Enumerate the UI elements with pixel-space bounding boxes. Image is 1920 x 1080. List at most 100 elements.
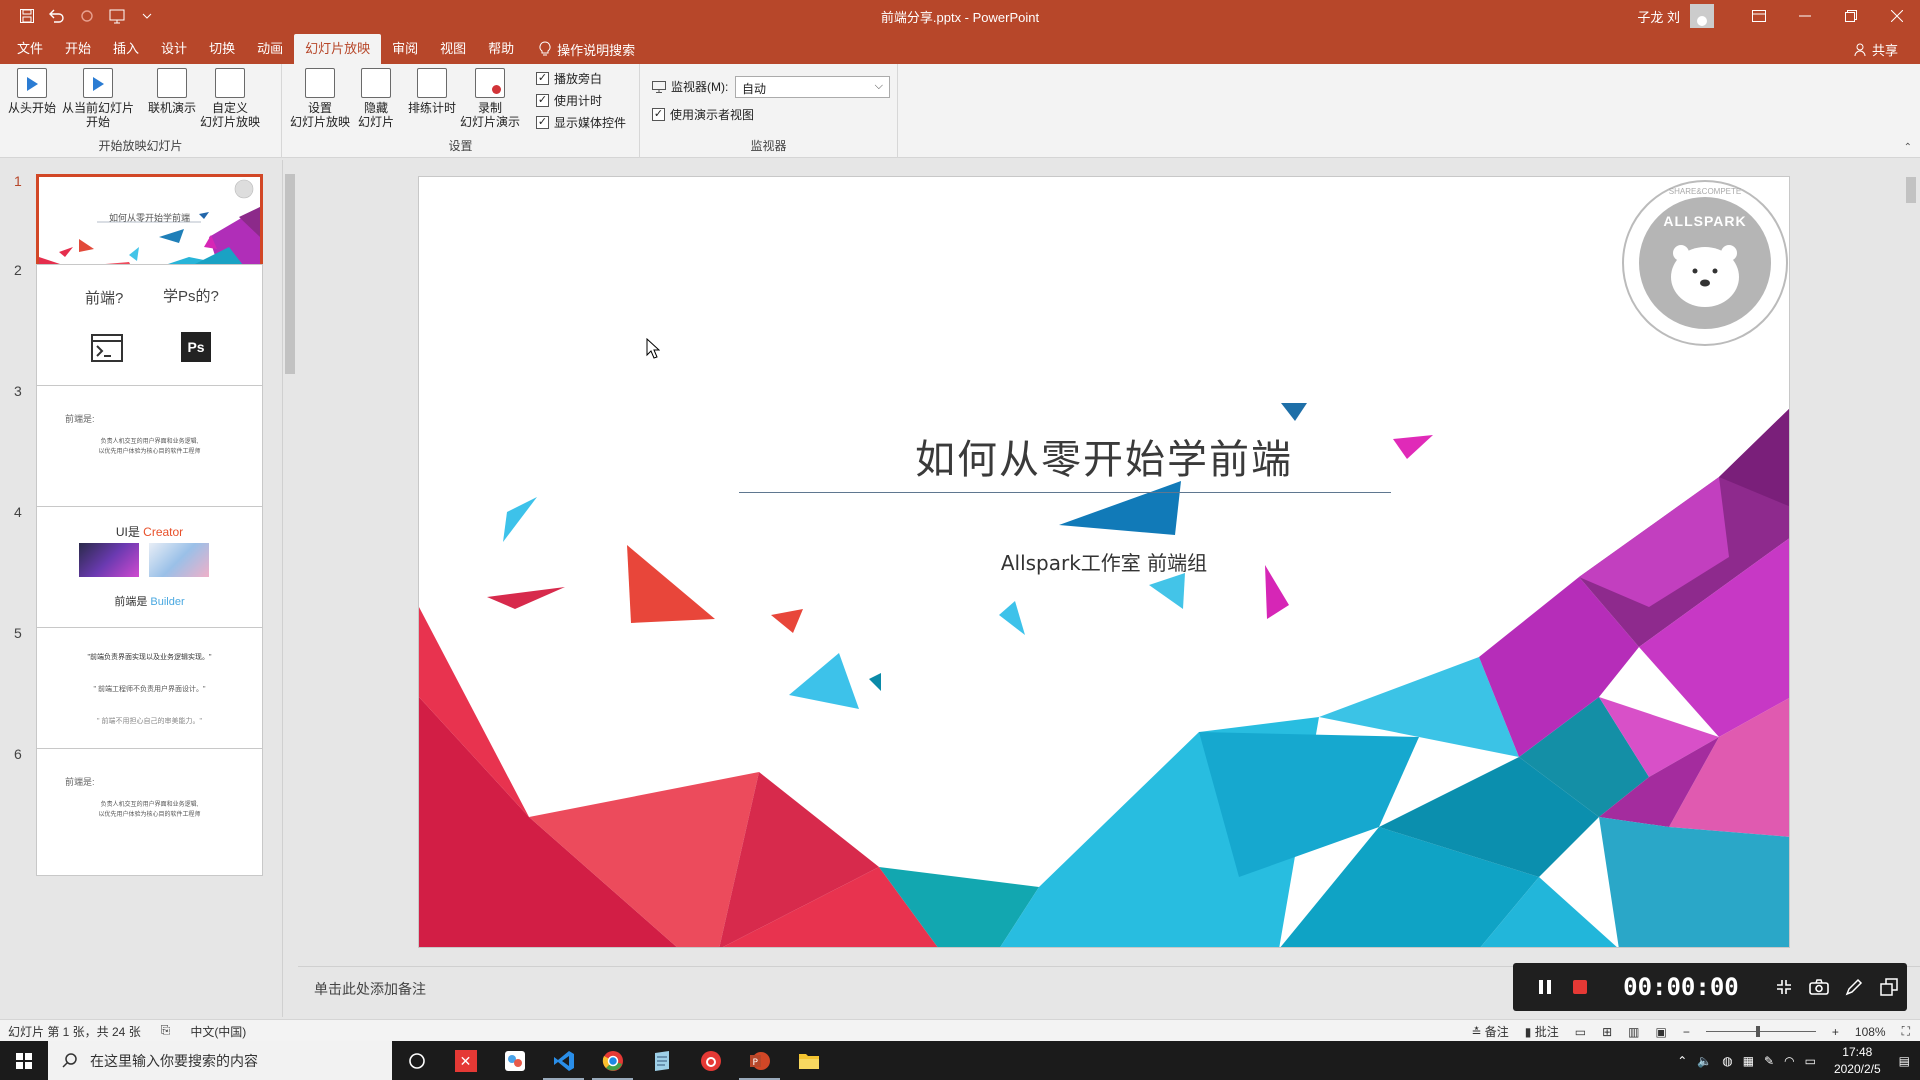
comments-button[interactable]: ▮ 批注: [1525, 1023, 1559, 1040]
zoom-out-icon[interactable]: −: [1683, 1025, 1690, 1039]
thumbnail-slide-3[interactable]: 前端是: 负责人机交互的用户界面和业务逻辑, 以优先用户体验为核心目的软件工程师: [36, 385, 263, 513]
notes-placeholder[interactable]: 单击此处添加备注: [314, 979, 426, 999]
use-timings-checkbox[interactable]: ✓ 使用计时: [536, 92, 602, 109]
tab-insert[interactable]: 插入: [102, 34, 150, 64]
windows-ink-icon[interactable]: ✎: [1764, 1054, 1774, 1068]
thumb-2-text-b: 学Ps的?: [163, 288, 219, 305]
title-bar: 前端分享.pptx - PowerPoint 子龙 刘: [0, 0, 1920, 32]
group-label-setup: 设置: [448, 139, 473, 153]
stop-icon[interactable]: [1562, 979, 1597, 995]
tab-help[interactable]: 帮助: [477, 34, 525, 64]
scrollbar-thumb[interactable]: [1906, 177, 1916, 203]
allspark-logo[interactable]: ALLSPARK SHARE&COMPETE: [1621, 179, 1789, 347]
slide-scrollbar[interactable]: [1903, 159, 1920, 965]
thumbnails-scrollbar[interactable]: [282, 160, 296, 1017]
zoom-slider[interactable]: [1705, 1026, 1816, 1037]
zoom-in-icon[interactable]: +: [1832, 1025, 1839, 1039]
ribbon-display-options-icon[interactable]: [1736, 0, 1782, 32]
action-center-icon[interactable]: ▤: [1899, 1054, 1910, 1068]
thumbnail-slide-5[interactable]: "前端负责界面实现以及业务逻辑实现。" " 前端工程师不负责用户界面设计。" "…: [36, 627, 263, 755]
restore-icon[interactable]: [1828, 0, 1874, 32]
tab-file[interactable]: 文件: [6, 34, 54, 64]
battery-icon[interactable]: ▭: [1805, 1054, 1816, 1068]
wifi-icon[interactable]: ◠: [1784, 1054, 1794, 1068]
tab-animations[interactable]: 动画: [246, 34, 294, 64]
tab-review[interactable]: 审阅: [381, 34, 429, 64]
reading-view-icon[interactable]: ▥: [1628, 1025, 1639, 1039]
show-hidden-icons-icon[interactable]: ⌃: [1677, 1054, 1687, 1068]
thumbnail-slide-2[interactable]: 前端? 学Ps的? Ps: [36, 264, 263, 392]
fit-to-window-icon[interactable]: ⛶: [1902, 1024, 1910, 1039]
thumb-5-line-3: " 前端不用担心自己的审美能力。": [97, 718, 202, 725]
current-slide[interactable]: 如何从零开始学前端 Allspark工作室 前端组 ALLSPARK SHARE…: [418, 176, 1790, 948]
normal-view-icon[interactable]: ▭: [1575, 1025, 1586, 1039]
rehearse-timings-button[interactable]: 排练计时: [408, 68, 456, 115]
present-online-button[interactable]: 联机演示: [148, 68, 196, 115]
file-explorer-app-icon[interactable]: [784, 1041, 833, 1080]
lightbulb-icon: [539, 41, 551, 56]
record-icon: [475, 68, 505, 98]
ribbon-tab-bar: 文件 开始 插入 设计 切换 动画 幻灯片放映 审阅 视图 帮助 操作说明搜索 …: [0, 32, 1920, 64]
collapse-arrows-icon[interactable]: [1767, 978, 1802, 996]
language-indicator[interactable]: 中文(中国): [190, 1023, 246, 1040]
setup-slideshow-button[interactable]: 设置 幻灯片放映: [290, 68, 350, 129]
minimize-icon[interactable]: [1782, 0, 1828, 32]
photoshop-icon: Ps: [181, 332, 211, 362]
slide-title[interactable]: 如何从零开始学前端: [419, 427, 1789, 485]
custom-slideshow-button[interactable]: 自定义 幻灯片放映: [200, 68, 260, 129]
share-button[interactable]: 共享: [1854, 40, 1898, 59]
screen-recorder-toolbar: 00:00:00: [1513, 963, 1907, 1011]
pen-icon[interactable]: [1837, 978, 1872, 996]
monitor-select[interactable]: 自动 ⌵: [735, 76, 890, 98]
avatar[interactable]: [1690, 4, 1714, 28]
spell-check-icon[interactable]: ⎘: [161, 1023, 171, 1040]
logo-ring-text: SHARE&COMPETE: [1668, 187, 1742, 196]
tell-me-search[interactable]: 操作说明搜索: [525, 34, 635, 64]
slide-subtitle[interactable]: Allspark工作室 前端组: [419, 547, 1789, 576]
chrome-app-icon[interactable]: [588, 1041, 637, 1080]
tab-slide-show[interactable]: 幻灯片放映: [294, 34, 382, 64]
search-placeholder: 在这里输入你要搜索的内容: [90, 1052, 258, 1069]
tab-transitions[interactable]: 切换: [198, 34, 246, 64]
tab-view[interactable]: 视图: [429, 34, 477, 64]
share-label: 共享: [1871, 43, 1898, 58]
system-clock[interactable]: 17:48 2020/2/5: [1834, 1044, 1881, 1078]
pause-icon[interactable]: [1527, 979, 1562, 995]
slide-sorter-icon[interactable]: ⊞: [1602, 1025, 1612, 1039]
hide-slide-button[interactable]: 隐藏 幻灯片: [358, 68, 394, 129]
netease-music-app-icon[interactable]: [686, 1041, 735, 1080]
comment-icon: ▮: [1524, 1025, 1532, 1039]
from-beginning-button[interactable]: 从头开始: [8, 68, 56, 115]
volume-icon[interactable]: 🔈: [1697, 1054, 1712, 1068]
slide-show-view-icon[interactable]: ▣: [1656, 1025, 1667, 1039]
tab-design[interactable]: 设计: [150, 34, 198, 64]
window-icon[interactable]: [1872, 978, 1907, 996]
xmind-app-icon[interactable]: ✕: [441, 1041, 490, 1080]
play-narrations-checkbox[interactable]: ✓ 播放旁白: [536, 70, 602, 87]
notepad-app-icon[interactable]: [637, 1041, 686, 1080]
system-tray: ⌃ 🔈 ◍ ▦ ✎ ◠ ▭ 17:48 2020/2/5 ▤: [1677, 1041, 1920, 1080]
powerpoint-app-icon[interactable]: P: [735, 1041, 784, 1080]
windows-start-icon[interactable]: [0, 1041, 48, 1080]
thumbnail-slide-6[interactable]: 前端是: 负责人机交互的用户界面和业务逻辑, 以优先用户体验为核心目的软件工程师: [36, 748, 263, 876]
record-slideshow-button[interactable]: 录制 幻灯片演示: [460, 68, 520, 129]
notes-toggle-button[interactable]: ≛ 备注: [1471, 1023, 1508, 1040]
from-current-slide-button[interactable]: 从当前幻灯片 开始: [62, 68, 134, 129]
scrollbar-thumb[interactable]: [285, 174, 295, 374]
task-view-icon[interactable]: [392, 1041, 441, 1080]
camera-icon[interactable]: [1802, 979, 1837, 995]
collapse-ribbon-icon[interactable]: ⌃: [1904, 142, 1912, 153]
close-icon[interactable]: [1874, 0, 1920, 32]
zoom-knob[interactable]: [1755, 1026, 1760, 1037]
presenter-view-checkbox[interactable]: ✓ 使用演示者视图: [652, 106, 754, 123]
show-media-controls-checkbox[interactable]: ✓ 显示媒体控件: [536, 114, 626, 131]
zoom-level[interactable]: 108%: [1855, 1025, 1886, 1039]
network-grid-icon[interactable]: ▦: [1743, 1054, 1754, 1068]
thumbnail-slide-4[interactable]: UI是 Creator 前端是 Builder: [36, 506, 263, 634]
vscode-app-icon[interactable]: [539, 1041, 588, 1080]
photos-app-icon[interactable]: [490, 1041, 539, 1080]
user-name[interactable]: 子龙 刘: [1637, 7, 1680, 26]
tab-home[interactable]: 开始: [54, 34, 102, 64]
taskbar-search-box[interactable]: 在这里输入你要搜索的内容: [48, 1041, 392, 1080]
qq-icon[interactable]: ◍: [1722, 1054, 1732, 1068]
